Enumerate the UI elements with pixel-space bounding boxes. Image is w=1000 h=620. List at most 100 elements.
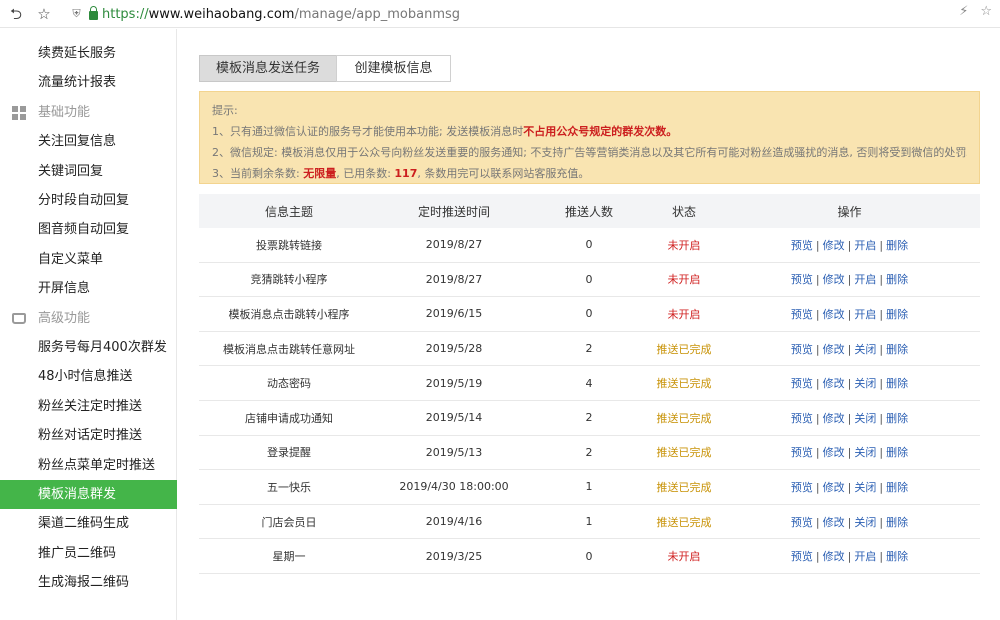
cell-count: 0	[585, 307, 593, 321]
sidebar-item[interactable]: 48小时信息推送	[0, 362, 177, 391]
sidebar: 续费延长服务 流量统计报表 基础功能 关注回复信息 关键词回复 分时段自动回复 图音频自动回…	[0, 29, 177, 620]
cell-actions: 预览 | 修改 | 关闭 | 删除	[719, 514, 980, 530]
cell-status: 推送已完成	[656, 342, 712, 356]
notice-line-3-suffix: , 条数用完可以联系网站客服充值。	[417, 167, 590, 180]
sidebar-item[interactable]: 续费延长服务	[0, 39, 177, 68]
cell-status: 未开启	[667, 238, 701, 252]
separator: |	[879, 273, 884, 287]
preview-link[interactable]: 预览	[791, 481, 813, 494]
disable-link[interactable]: 关闭	[854, 481, 876, 494]
preview-link[interactable]: 预览	[791, 377, 813, 390]
sidebar-item[interactable]: 关注回复信息	[0, 127, 177, 156]
sidebar-item[interactable]: 推广员二维码	[0, 539, 177, 568]
edit-link[interactable]: 修改	[823, 446, 845, 459]
delete-link[interactable]: 删除	[886, 516, 908, 529]
preview-link[interactable]: 预览	[791, 412, 813, 425]
edit-link[interactable]: 修改	[823, 412, 845, 425]
toolbar-right-icons: ⚡︎ ☆	[959, 4, 992, 19]
cell-subject: 店铺申请成功通知	[245, 411, 333, 425]
cell-time: 2019/5/14	[425, 411, 483, 425]
notice-line-2: 2、微信规定: 模板消息仅用于公众号向粉丝发送重要的服务通知; 不支持广告等营销…	[212, 146, 967, 159]
sidebar-item[interactable]: 自定义菜单	[0, 245, 177, 274]
tab-create-template[interactable]: 创建模板信息	[336, 55, 451, 82]
separator: |	[815, 238, 820, 252]
preview-link[interactable]: 预览	[791, 550, 813, 563]
cell-time: 2019/4/16	[425, 515, 483, 529]
preview-link[interactable]: 预览	[791, 239, 813, 252]
header-count: 推送人数	[564, 204, 613, 219]
enable-link[interactable]: 开启	[854, 273, 876, 286]
cell-actions: 预览 | 修改 | 关闭 | 删除	[719, 375, 980, 391]
preview-link[interactable]: 预览	[791, 343, 813, 356]
bookmark-star-icon[interactable]: ☆	[34, 4, 54, 24]
disable-link[interactable]: 关闭	[854, 412, 876, 425]
header-subject: 信息主题	[264, 204, 313, 219]
sidebar-item[interactable]: 粉丝关注定时推送	[0, 392, 177, 421]
sidebar-item[interactable]: 关键词回复	[0, 157, 177, 186]
preview-link[interactable]: 预览	[791, 446, 813, 459]
preview-link[interactable]: 预览	[791, 516, 813, 529]
cell-actions: 预览 | 修改 | 开启 | 删除	[719, 306, 980, 322]
lightning-icon[interactable]: ⚡︎	[959, 4, 968, 19]
sidebar-item[interactable]: 图音频自动回复	[0, 215, 177, 244]
edit-link[interactable]: 修改	[823, 550, 845, 563]
cell-subject: 模板消息点击跳转任意网址	[223, 342, 355, 356]
enable-link[interactable]: 开启	[854, 550, 876, 563]
delete-link[interactable]: 删除	[886, 343, 908, 356]
edit-link[interactable]: 修改	[823, 308, 845, 321]
edit-link[interactable]: 修改	[823, 273, 845, 286]
cell-time: 2019/6/15	[425, 307, 483, 321]
delete-link[interactable]: 删除	[886, 481, 908, 494]
sidebar-item[interactable]: 流量统计报表	[0, 68, 177, 97]
sidebar-item[interactable]: 开屏信息	[0, 274, 177, 303]
url-path: /manage/app_mobanmsg	[294, 6, 461, 22]
delete-link[interactable]: 删除	[886, 550, 908, 563]
delete-link[interactable]: 删除	[886, 412, 908, 425]
sidebar-item[interactable]: 渠道二维码生成	[0, 509, 177, 538]
cell-count: 0	[585, 272, 593, 286]
sidebar-item[interactable]: 服务号每月400次群发	[0, 333, 177, 362]
tab-send-tasks[interactable]: 模板消息发送任务	[199, 55, 337, 82]
delete-link[interactable]: 删除	[886, 239, 908, 252]
cell-time: 2019/5/13	[425, 445, 483, 459]
separator: |	[815, 411, 820, 425]
delete-link[interactable]: 删除	[886, 273, 908, 286]
favorite-star-icon[interactable]: ☆	[980, 4, 992, 19]
cell-actions: 预览 | 修改 | 关闭 | 删除	[719, 410, 980, 426]
preview-link[interactable]: 预览	[791, 273, 813, 286]
notice-box: 提示: 1、只有通过微信认证的服务号才能使用本功能; 发送模板消息时不占用公众号…	[199, 91, 980, 184]
cell-count: 4	[585, 376, 593, 390]
delete-link[interactable]: 删除	[886, 377, 908, 390]
edit-link[interactable]: 修改	[823, 481, 845, 494]
disable-link[interactable]: 关闭	[854, 446, 876, 459]
separator: |	[879, 307, 884, 321]
sidebar-group-basic: 基础功能	[0, 98, 177, 127]
separator: |	[847, 446, 852, 460]
enable-link[interactable]: 开启	[854, 239, 876, 252]
sidebar-item[interactable]: 粉丝点菜单定时推送	[0, 451, 177, 480]
delete-link[interactable]: 删除	[886, 446, 908, 459]
sidebar-item-active[interactable]: 模板消息群发	[0, 480, 177, 509]
separator: |	[847, 515, 852, 529]
sidebar-item[interactable]: 分时段自动回复	[0, 186, 177, 215]
disable-link[interactable]: 关闭	[854, 516, 876, 529]
address-bar[interactable]: ⛨ https://www.weihaobang.com/manage/app_…	[70, 3, 960, 25]
back-icon[interactable]: ⮌	[6, 4, 26, 24]
edit-link[interactable]: 修改	[823, 516, 845, 529]
disable-link[interactable]: 关闭	[854, 377, 876, 390]
cell-status: 未开启	[667, 550, 701, 564]
url-host: www.weihaobang.com	[148, 6, 295, 22]
disable-link[interactable]: 关闭	[854, 343, 876, 356]
edit-link[interactable]: 修改	[823, 239, 845, 252]
enable-link[interactable]: 开启	[854, 308, 876, 321]
edit-link[interactable]: 修改	[823, 377, 845, 390]
preview-link[interactable]: 预览	[791, 308, 813, 321]
sidebar-item[interactable]: 粉丝对话定时推送	[0, 421, 177, 450]
notice-line-1-text: 1、只有通过微信认证的服务号才能使用本功能; 发送模板消息时	[212, 125, 524, 138]
delete-link[interactable]: 删除	[886, 308, 908, 321]
cell-count: 0	[585, 549, 593, 563]
separator: |	[815, 307, 820, 321]
table-row: 模板消息点击跳转任意网址 2019/5/28 2 推送已完成 预览 | 修改 | 关闭 | 删除	[199, 332, 980, 367]
edit-link[interactable]: 修改	[823, 343, 845, 356]
sidebar-item[interactable]: 生成海报二维码	[0, 568, 177, 597]
